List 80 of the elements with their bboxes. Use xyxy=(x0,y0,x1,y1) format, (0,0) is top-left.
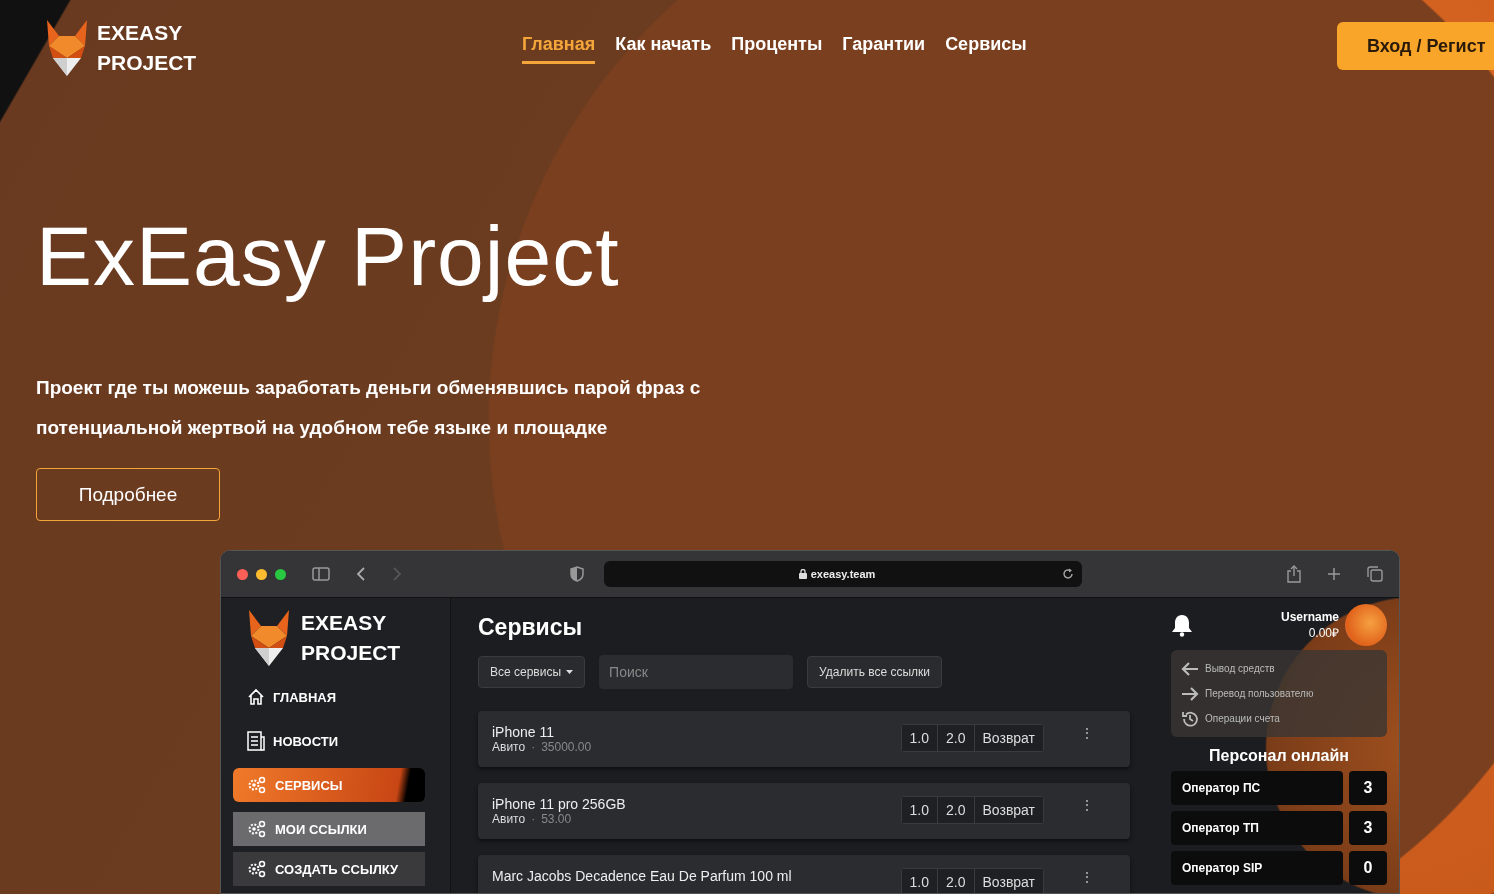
staff-role: Оператор ПС xyxy=(1171,771,1343,805)
home-icon xyxy=(247,688,265,706)
account-menu-item[interactable]: Вывод средств xyxy=(1181,656,1377,681)
staff-role: Оператор ТП xyxy=(1171,811,1343,845)
sidebar-icon[interactable] xyxy=(312,567,330,581)
nav-link[interactable]: Главная xyxy=(522,34,596,64)
gears-icon xyxy=(247,776,267,794)
reload-icon[interactable] xyxy=(1062,568,1074,580)
nav-link[interactable]: Проценты xyxy=(731,34,823,64)
action-button[interactable]: 2.0 xyxy=(937,797,974,823)
tabs-icon[interactable] xyxy=(1367,566,1383,582)
logo-text: EXEASY xyxy=(97,20,184,46)
bell-icon[interactable] xyxy=(1171,613,1193,637)
separator-dot: · xyxy=(531,812,536,826)
avatar[interactable] xyxy=(1345,604,1387,646)
shield-icon[interactable] xyxy=(570,566,584,582)
staff-title: Персонал онлайн xyxy=(1208,747,1350,765)
fox-logo-icon xyxy=(45,18,89,78)
maximize-dot-icon[interactable] xyxy=(275,568,286,580)
staff-count: 3 xyxy=(1349,771,1387,805)
separator-dot: · xyxy=(531,740,536,754)
balance: 0.00₽ xyxy=(1308,624,1339,641)
action-button[interactable]: 2.0 xyxy=(937,869,974,893)
platform-label: Авито xyxy=(492,812,526,826)
logo-text: EXEASY xyxy=(301,610,388,636)
more-menu-button[interactable]: ⋮ xyxy=(1074,724,1100,742)
platform-label: Авито xyxy=(492,740,526,754)
username: Username xyxy=(1280,609,1339,624)
account-menu-item[interactable]: Перевод пользователю xyxy=(1181,681,1377,706)
page-title: Сервисы xyxy=(478,614,584,641)
more-button[interactable]: Подробнее xyxy=(36,468,220,521)
product-name: iPhone 11 pro 256GB xyxy=(492,796,627,812)
login-button[interactable]: Вход / Регист xyxy=(1337,22,1494,70)
action-button[interactable]: Возврат xyxy=(973,725,1043,751)
action-button[interactable]: 1.0 xyxy=(901,725,938,751)
hero-text: Проект где ты можешь заработать деньги обменявшись парой фраз с потенциальной жертвой на удобном тебе языке и площадке xyxy=(36,376,702,440)
minimize-dot-icon[interactable] xyxy=(256,568,267,580)
plus-icon[interactable] xyxy=(1327,567,1341,581)
logo-text: PROJECT xyxy=(97,50,197,76)
action-button[interactable]: Возврат xyxy=(973,869,1043,893)
services-dropdown[interactable]: Все сервисы xyxy=(478,656,586,688)
lock-icon xyxy=(798,569,807,579)
sidebar-item[interactable]: СЕРВИСЫ xyxy=(233,768,425,802)
action-button[interactable]: Возврат xyxy=(973,797,1043,823)
product-name: iPhone 11 xyxy=(492,724,555,740)
action-button[interactable]: 1.0 xyxy=(901,797,938,823)
left-arrow-icon xyxy=(1181,660,1199,677)
account-menu-item[interactable]: Операции счета xyxy=(1181,706,1377,731)
nav-link[interactable]: Гарантии xyxy=(842,34,926,64)
product-price: 53.00 xyxy=(541,812,572,826)
nav-link[interactable]: Как начать xyxy=(615,34,712,64)
sidebar-item[interactable]: МОИ ССЫЛКИ xyxy=(233,812,425,846)
sidebar-item[interactable]: СОЗДАТЬ ССЫЛКУ xyxy=(233,852,425,886)
search-field[interactable]: Поиск xyxy=(599,655,794,689)
newspaper-icon xyxy=(247,731,265,751)
action-button[interactable]: 1.0 xyxy=(901,869,938,893)
nav-link[interactable]: Сервисы xyxy=(945,34,1027,64)
sidebar-item[interactable]: ГЛАВНАЯ xyxy=(233,680,425,714)
gears-icon xyxy=(247,820,267,838)
action-button[interactable]: 2.0 xyxy=(937,725,974,751)
staff-count: 0 xyxy=(1349,851,1387,885)
sidebar-item[interactable]: НОВОСТИ xyxy=(233,724,425,758)
close-dot-icon[interactable] xyxy=(237,568,248,580)
share-icon[interactable] xyxy=(1287,565,1301,583)
staff-count: 3 xyxy=(1349,811,1387,845)
fox-logo-icon xyxy=(247,608,291,668)
history-icon xyxy=(1181,709,1199,728)
url-text: exeasy.team xyxy=(810,568,876,580)
hero-title: ExEasy Project xyxy=(36,208,621,305)
right-arrow-icon xyxy=(1181,685,1199,702)
address-bar[interactable]: exeasy.team xyxy=(604,561,1082,587)
more-menu-button[interactable]: ⋮ xyxy=(1074,796,1100,814)
staff-role: Оператор SIP xyxy=(1171,851,1343,885)
delete-links-button[interactable]: Удалить все ссылки xyxy=(807,656,943,688)
gears-icon xyxy=(247,860,267,878)
more-menu-button[interactable]: ⋮ xyxy=(1074,868,1100,886)
product-price: 35000.00 xyxy=(541,740,592,754)
logo-text: PROJECT xyxy=(301,640,401,666)
caret-icon xyxy=(566,670,574,674)
product-name: Marc Jacobs Decadence Eau De Parfum 100 ml xyxy=(492,868,793,884)
